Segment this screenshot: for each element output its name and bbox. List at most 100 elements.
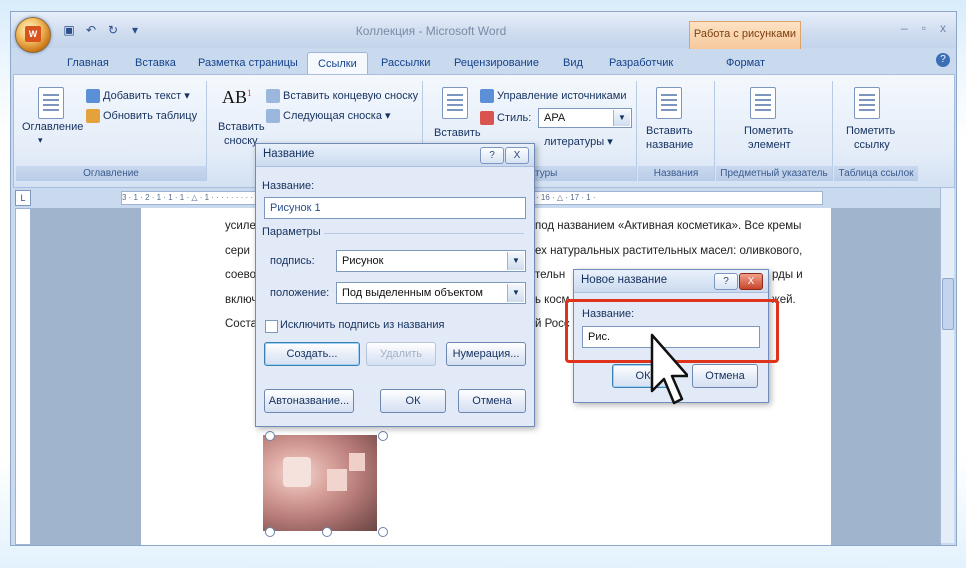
chevron-down-icon[interactable]: ▾ xyxy=(38,135,43,146)
resize-handle[interactable] xyxy=(378,431,388,441)
next-footnote-button[interactable]: Следующая сноска ▾ xyxy=(266,109,391,124)
style-label: Стиль: xyxy=(480,111,531,125)
add-text-button[interactable]: Добавить текст ▾ xyxy=(86,89,190,104)
doc-line-left: включ xyxy=(225,294,258,306)
label-field-label: подпись: xyxy=(270,255,315,267)
help-icon[interactable]: ? xyxy=(936,53,950,67)
manage-sources-button[interactable]: Управление источниками xyxy=(480,89,626,103)
new-label-dialog-titlebar: Новое название ? X xyxy=(574,270,768,293)
caption-label: Название: xyxy=(262,180,315,192)
title-bar: W ▣ ↶ ↻ ▾ Коллекция - Microsoft Word Раб… xyxy=(11,12,956,53)
vertical-ruler[interactable] xyxy=(15,208,31,545)
toc-icon xyxy=(38,87,64,119)
resize-handle[interactable] xyxy=(265,431,275,441)
numbering-button[interactable]: Нумерация... xyxy=(446,342,526,366)
help-button[interactable]: ? xyxy=(480,147,504,164)
mark-entry-label1[interactable]: Пометить xyxy=(744,125,793,137)
help-button[interactable]: ? xyxy=(714,273,738,290)
close-icon[interactable]: x xyxy=(940,21,946,35)
options-separator xyxy=(324,233,524,234)
update-table-label: Обновить таблицу xyxy=(103,109,198,122)
next-footnote-icon xyxy=(266,109,280,124)
position-field-label: положение: xyxy=(270,287,330,299)
style-label-text: Стиль: xyxy=(497,111,532,124)
tab-mailings[interactable]: Рассылки xyxy=(379,52,432,74)
office-button[interactable]: W xyxy=(15,17,51,53)
tab-selector[interactable]: L xyxy=(15,190,31,206)
scroll-thumb[interactable] xyxy=(942,278,954,330)
chevron-down-icon: ▼ xyxy=(507,284,524,302)
caption-ok-button[interactable]: ОК xyxy=(380,389,446,413)
insert-caption-label2[interactable]: название xyxy=(646,139,693,151)
caption-dialog-titlebar: Название ? X xyxy=(256,144,534,167)
toc-button[interactable]: Оглавление xyxy=(22,121,83,133)
mark-entry-label2[interactable]: элемент xyxy=(748,139,791,151)
add-text-label: Добавить текст xyxy=(103,90,182,102)
group-label-captions: Названия xyxy=(638,166,714,181)
insert-endnote-button[interactable]: Вставить концевую сноску xyxy=(266,89,418,103)
resize-handle[interactable] xyxy=(265,527,275,537)
doc-line-left: Соста xyxy=(225,318,257,330)
tab-developer[interactable]: Разработчик xyxy=(607,52,675,74)
caption-cancel-button[interactable]: Отмена xyxy=(458,389,526,413)
insert-footnote-label2[interactable]: сноску xyxy=(224,135,258,147)
doc-line-left: усиле xyxy=(225,220,256,232)
caption-dialog-title: Название xyxy=(263,148,315,160)
exclude-label-text[interactable]: Исключить подпись из названия xyxy=(280,319,444,331)
bibliography-button[interactable]: литературы ▾ xyxy=(544,135,613,148)
maximize-icon[interactable]: ▫ xyxy=(922,21,926,35)
tab-view[interactable]: Вид xyxy=(561,52,585,74)
label-select-value: Рисунок xyxy=(342,255,384,267)
doc-line-left: сери xyxy=(225,245,250,257)
doc-line-right: под названием «Активная косметика». Все … xyxy=(535,220,802,232)
mark-citation-label1[interactable]: Пометить xyxy=(846,125,895,137)
tab-insert[interactable]: Вставка xyxy=(133,52,178,74)
doc-line-right: ех натуральных растительных масел: оливк… xyxy=(535,245,803,257)
group-toc: Оглавление ▾ Добавить текст ▾ Обновить т… xyxy=(16,81,207,181)
tab-references[interactable]: Ссылки xyxy=(307,52,368,75)
insert-endnote-label: Вставить концевую сноску xyxy=(283,89,419,102)
window-controls: – ▫ x xyxy=(901,21,946,35)
style-select[interactable]: APA ▼ xyxy=(538,108,632,128)
tab-review[interactable]: Рецензирование xyxy=(452,52,541,74)
office-logo-icon: W xyxy=(25,26,41,42)
new-label-dialog-title: Новое название xyxy=(581,274,668,286)
undo-icon[interactable]: ↶ xyxy=(83,23,99,37)
options-label: Параметры xyxy=(262,226,321,238)
save-icon[interactable]: ▣ xyxy=(61,23,77,37)
close-button[interactable]: X xyxy=(739,273,763,290)
vertical-scrollbar[interactable] xyxy=(940,188,954,543)
insert-citation-icon xyxy=(442,87,468,119)
insert-citation-label[interactable]: Вставить xyxy=(434,127,481,139)
caption-input[interactable]: Рисунок 1 xyxy=(264,197,526,219)
new-label-cancel-button[interactable]: Отмена xyxy=(692,364,758,388)
tab-page-layout[interactable]: Разметка страницы xyxy=(196,52,300,74)
position-select[interactable]: Под выделенным объектом ▼ xyxy=(336,282,526,304)
resize-handle[interactable] xyxy=(378,527,388,537)
resize-handle[interactable] xyxy=(322,527,332,537)
autocaption-button[interactable]: Автоназвание... xyxy=(264,389,354,413)
tab-home[interactable]: Главная xyxy=(65,52,111,74)
tab-format[interactable]: Формат xyxy=(724,52,767,74)
next-footnote-label: Следующая сноска xyxy=(283,110,382,122)
selected-picture[interactable] xyxy=(263,435,377,531)
new-label-button[interactable]: Создать... xyxy=(264,342,360,366)
minimize-icon[interactable]: – xyxy=(901,21,908,35)
manage-sources-label: Управление источниками xyxy=(497,89,627,102)
close-button[interactable]: X xyxy=(505,147,529,164)
redo-icon[interactable]: ↻ xyxy=(105,23,121,37)
exclude-label-checkbox[interactable] xyxy=(265,320,278,333)
bibliography-label: литературы xyxy=(544,136,605,148)
mark-citation-icon xyxy=(854,87,880,119)
group-label-toa: Таблица ссылок xyxy=(834,166,918,181)
quick-access-toolbar: ▣ ↶ ↻ ▾ xyxy=(61,23,143,37)
group-label-index: Предметный указатель xyxy=(716,166,832,181)
label-select[interactable]: Рисунок ▼ xyxy=(336,250,526,272)
insert-caption-label1[interactable]: Вставить xyxy=(646,125,693,137)
customize-qat-icon[interactable]: ▾ xyxy=(127,23,143,37)
delete-label-button[interactable]: Удалить xyxy=(366,342,436,366)
insert-footnote-icon: AB1 xyxy=(222,87,252,107)
insert-footnote-label1[interactable]: Вставить xyxy=(218,121,265,133)
update-table-button[interactable]: Обновить таблицу xyxy=(86,109,197,123)
mark-citation-label2[interactable]: ссылку xyxy=(854,139,890,151)
